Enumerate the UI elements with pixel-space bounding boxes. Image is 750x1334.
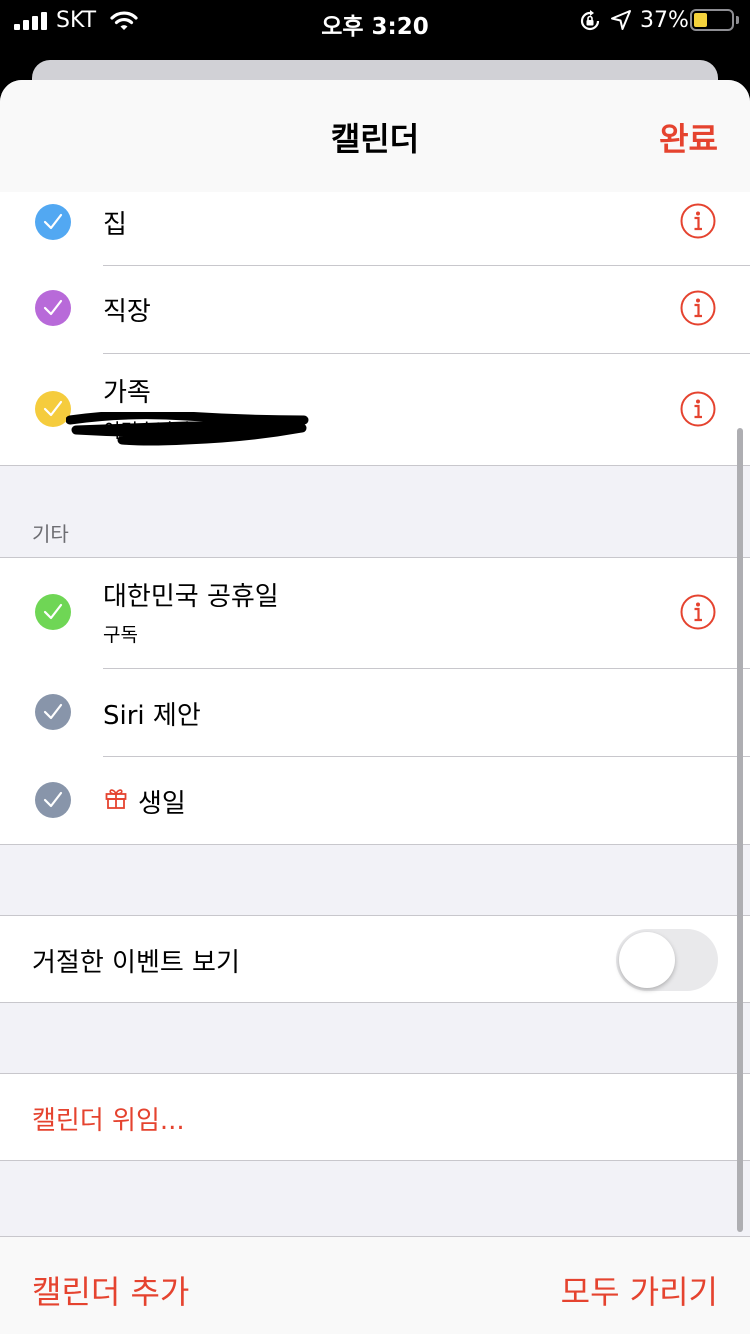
nav-bar: 캘린더 완료 [0,80,750,193]
check-icon[interactable] [35,782,71,818]
calendar-delegation-link[interactable]: 캘린더 위임... [32,1100,185,1137]
calendars-sheet: 캘린더 완료 집 직장 가족 이경숙님이 공유 기타 대한민국 공휴일 구독 S… [0,80,750,1334]
calendar-item-home[interactable]: 집 [0,192,750,265]
scrollbar[interactable] [737,428,743,1232]
status-bar: SKT 오후 3:20 37% [0,0,750,44]
battery-icon [690,9,734,31]
location-icon [611,10,631,30]
check-icon[interactable] [35,290,71,326]
toggle-knob [619,932,675,988]
calendar-item-work[interactable]: 직장 [0,266,750,353]
info-icon[interactable] [680,290,716,326]
info-icon[interactable] [680,203,716,239]
calendar-title: Siri 제안 [103,701,201,731]
gift-icon [105,789,127,809]
calendar-title: 생일 [138,789,186,819]
page-title: 캘린더 [330,120,420,158]
section-header-other: 기타 [32,522,69,546]
delegation-row[interactable]: 캘린더 위임... [0,1073,750,1161]
info-icon[interactable] [680,594,716,630]
done-button[interactable]: 완료 [659,114,718,160]
calendar-title: 집 [103,210,127,240]
add-calendar-button[interactable]: 캘린더 추가 [32,1267,189,1313]
declined-events-toggle[interactable] [616,929,718,991]
calendar-title: 가족 [103,378,151,408]
battery-percent: 37% [640,8,689,33]
check-icon[interactable] [35,694,71,730]
calendar-subtitle: 구독 [103,624,138,646]
declined-events-row: 거절한 이벤트 보기 [0,915,750,1003]
redaction-scribble [66,412,309,446]
hide-all-button[interactable]: 모두 가리기 [561,1267,718,1313]
calendar-group-other: 대한민국 공휴일 구독 Siri 제안 생일 [0,557,750,845]
calendar-item-holidays[interactable]: 대한민국 공휴일 구독 [0,558,750,668]
calendar-item-birthdays[interactable]: 생일 [0,757,750,844]
declined-events-label: 거절한 이벤트 보기 [32,948,240,978]
check-icon[interactable] [35,204,71,240]
calendar-title: 직장 [103,297,151,327]
calendar-item-siri[interactable]: Siri 제안 [0,669,750,756]
calendar-title: 대한민국 공휴일 [103,582,279,612]
battery-cap [736,16,739,24]
rotation-lock-icon [580,10,600,31]
bottom-toolbar: 캘린더 추가 모두 가리기 [0,1236,750,1334]
calendar-item-family[interactable]: 가족 이경숙님이 공유 [0,354,750,465]
calendar-group-top: 집 직장 가족 이경숙님이 공유 [0,192,750,466]
info-icon[interactable] [680,391,716,427]
clock: 오후 3:20 [321,14,429,40]
check-icon[interactable] [35,594,71,630]
